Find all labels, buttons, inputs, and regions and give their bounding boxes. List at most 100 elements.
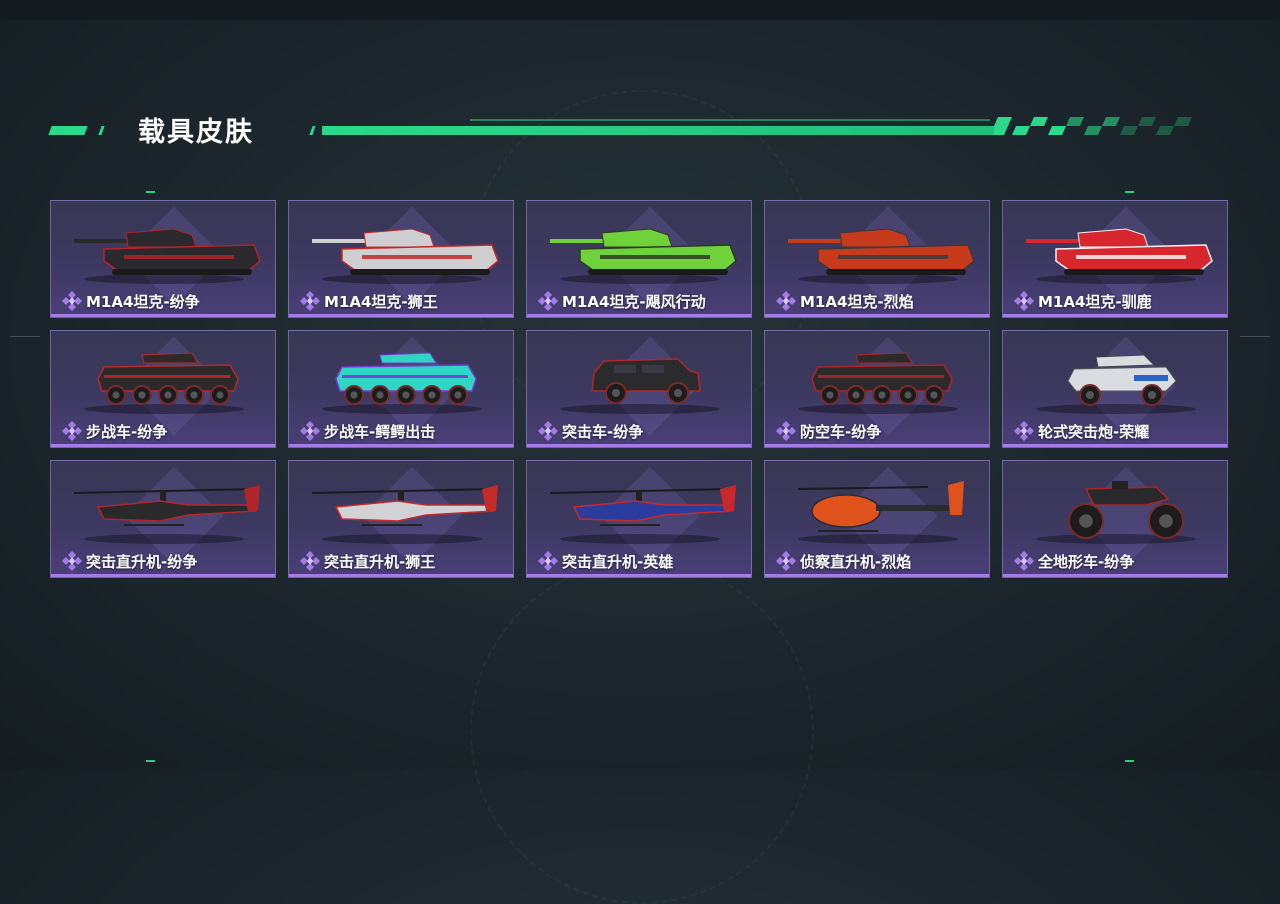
skin-label-row: 突击直升机-狮王 [299, 550, 435, 572]
header-checker-pattern [994, 117, 1192, 135]
purple-diamond-cluster-icon [62, 551, 82, 571]
skin-label-row: 防空车-纷争 [775, 420, 881, 442]
tank-icon [788, 228, 975, 284]
tank-icon [1026, 228, 1213, 284]
skin-label-row: 轮式突击炮-荣耀 [1013, 420, 1149, 442]
heli-icon [73, 485, 260, 544]
rarity-underline [289, 314, 513, 317]
skin-label-row: 步战车-鳄鳄出击 [299, 420, 435, 442]
rarity-underline [289, 444, 513, 447]
skin-label-row: 步战车-纷争 [61, 420, 167, 442]
skin-name: M1A4坦克-狮王 [324, 292, 438, 311]
skin-card[interactable]: 防空车-纷争 [764, 330, 990, 448]
ifv-icon [322, 352, 482, 414]
skin-card[interactable]: 步战车-鳄鳄出击 [288, 330, 514, 448]
jeep-icon [560, 358, 720, 414]
purple-diamond-cluster-icon [1014, 291, 1034, 311]
skin-label-row: M1A4坦克-烈焰 [775, 290, 914, 312]
skin-label-row: 侦察直升机-烈焰 [775, 550, 911, 572]
rarity-underline [765, 444, 989, 447]
skin-card[interactable]: 突击直升机-英雄 [526, 460, 752, 578]
skin-name: 突击直升机-狮王 [324, 552, 436, 571]
skin-card[interactable]: 突击直升机-纷争 [50, 460, 276, 578]
purple-diamond-cluster-icon [776, 421, 796, 441]
tank-icon [550, 228, 737, 284]
skin-card[interactable]: M1A4坦克-狮王 [288, 200, 514, 318]
skin-name: 侦察直升机-烈焰 [800, 552, 912, 571]
purple-diamond-cluster-icon [538, 421, 558, 441]
rarity-underline [765, 314, 989, 317]
atv-icon [1036, 481, 1196, 544]
skin-label-row: M1A4坦克-纷争 [61, 290, 200, 312]
purple-diamond-cluster-icon [62, 291, 82, 311]
ifv-icon [798, 352, 958, 414]
section-title: 载具皮肤 [138, 117, 254, 148]
skin-name: M1A4坦克-纷争 [86, 292, 200, 311]
skin-card[interactable]: 突击直升机-狮王 [288, 460, 514, 578]
tank-icon [74, 228, 261, 284]
rarity-underline [51, 574, 275, 577]
header-accent-bar [48, 126, 88, 135]
rarity-underline [765, 574, 989, 577]
skin-card[interactable]: 步战车-纷争 [50, 330, 276, 448]
header-accent-tick [309, 126, 316, 135]
skin-name: M1A4坦克-驯鹿 [1038, 292, 1152, 311]
rarity-underline [51, 444, 275, 447]
skin-card[interactable]: 轮式突击炮-荣耀 [1002, 330, 1228, 448]
skin-name: 突击车-纷争 [562, 422, 644, 441]
rarity-underline [289, 574, 513, 577]
ifv-icon [84, 352, 244, 414]
skin-name: 突击直升机-纷争 [86, 552, 198, 571]
top-band [0, 0, 1280, 20]
side-frame-marker [10, 336, 40, 345]
header-accent-tick [98, 126, 105, 135]
corner-marker [1125, 191, 1134, 193]
corner-marker [146, 760, 155, 762]
corner-marker [146, 191, 155, 193]
skin-card[interactable]: M1A4坦克-飓风行动 [526, 200, 752, 318]
purple-diamond-cluster-icon [62, 421, 82, 441]
rarity-underline [1003, 444, 1227, 447]
purple-diamond-cluster-icon [1014, 421, 1034, 441]
rarity-underline [1003, 574, 1227, 577]
skin-name: 步战车-鳄鳄出击 [324, 422, 436, 441]
rarity-underline [527, 314, 751, 317]
skin-card[interactable]: M1A4坦克-烈焰 [764, 200, 990, 318]
purple-diamond-cluster-icon [300, 421, 320, 441]
rarity-underline [1003, 314, 1227, 317]
rarity-underline [51, 314, 275, 317]
skin-card[interactable]: M1A4坦克-纷争 [50, 200, 276, 318]
skin-label-row: 突击直升机-英雄 [537, 550, 673, 572]
skin-label-row: 突击直升机-纷争 [61, 550, 197, 572]
purple-diamond-cluster-icon [300, 291, 320, 311]
tank-icon [312, 228, 499, 284]
rarity-underline [527, 444, 751, 447]
purple-diamond-cluster-icon [538, 551, 558, 571]
heli-icon [311, 485, 498, 544]
skin-card[interactable]: 侦察直升机-烈焰 [764, 460, 990, 578]
header-accent-line [322, 126, 994, 135]
skin-label-row: M1A4坦克-飓风行动 [537, 290, 706, 312]
skin-name: M1A4坦克-烈焰 [800, 292, 914, 311]
skin-label-row: 突击车-纷争 [537, 420, 643, 442]
purple-diamond-cluster-icon [776, 551, 796, 571]
rarity-underline [527, 574, 751, 577]
purple-diamond-cluster-icon [1014, 551, 1034, 571]
skin-name: 防空车-纷争 [800, 422, 882, 441]
skin-name: 全地形车-纷争 [1038, 552, 1135, 571]
skin-card[interactable]: 突击车-纷争 [526, 330, 752, 448]
purple-diamond-cluster-icon [538, 291, 558, 311]
header-thin-line [470, 119, 990, 121]
skin-card[interactable]: 全地形车-纷争 [1002, 460, 1228, 578]
gun-icon [1036, 354, 1196, 414]
skin-label-row: M1A4坦克-驯鹿 [1013, 290, 1152, 312]
heli-icon [549, 485, 736, 544]
skin-card[interactable]: M1A4坦克-驯鹿 [1002, 200, 1228, 318]
skin-name: M1A4坦克-飓风行动 [562, 292, 706, 311]
scout-icon [797, 481, 964, 544]
skin-label-row: M1A4坦克-狮王 [299, 290, 438, 312]
skin-label-row: 全地形车-纷争 [1013, 550, 1134, 572]
skin-name: 突击直升机-英雄 [562, 552, 674, 571]
purple-diamond-cluster-icon [300, 551, 320, 571]
side-frame-marker [1240, 336, 1270, 345]
